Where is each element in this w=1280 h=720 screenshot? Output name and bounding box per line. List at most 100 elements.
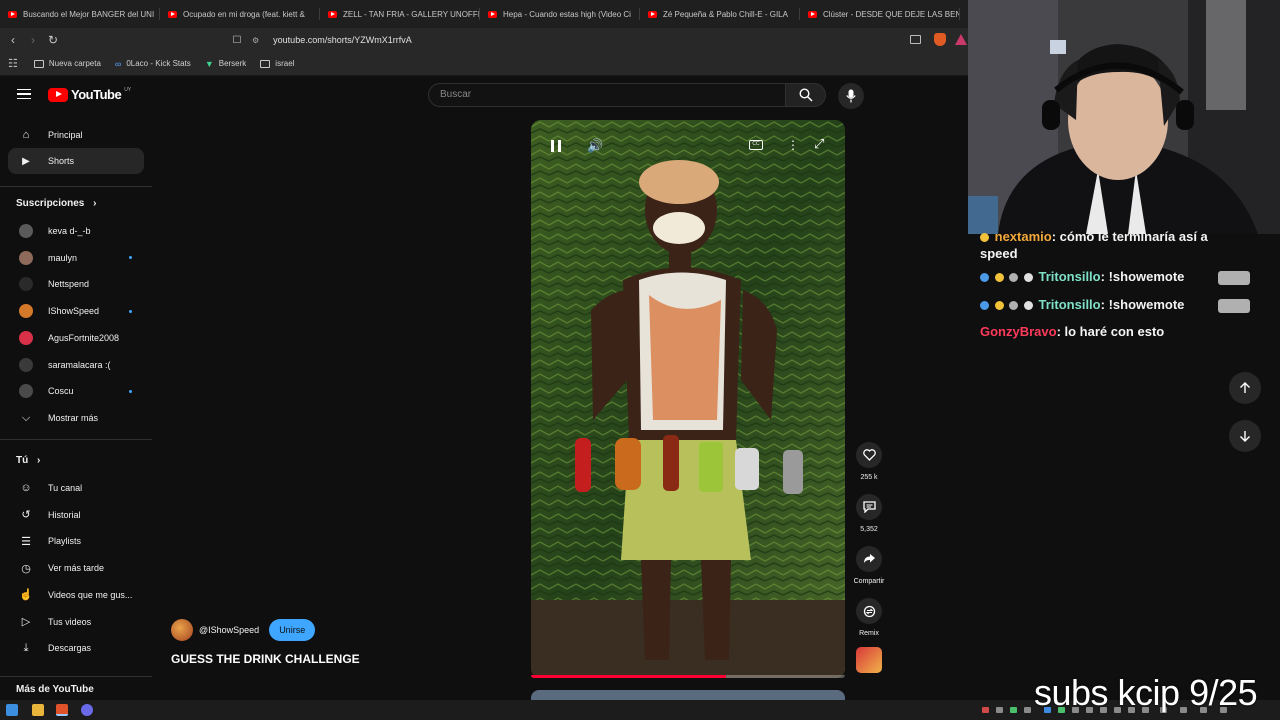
tab-separator xyxy=(959,8,960,20)
channel-name[interactable]: @IShowSpeed xyxy=(199,625,259,635)
subscription-label: Coscu xyxy=(48,386,74,397)
start-icon[interactable] xyxy=(6,704,18,716)
captions-icon[interactable]: CC xyxy=(749,140,763,150)
subscription-item[interactable]: keva d-_-b xyxy=(8,218,144,244)
channel-avatar[interactable] xyxy=(171,619,193,641)
you-header[interactable]: Tú › xyxy=(16,455,40,466)
comments-button[interactable] xyxy=(856,494,882,520)
brave-browser-icon[interactable] xyxy=(56,704,68,716)
sidebar-item-you[interactable]: ▷ Tus videos xyxy=(8,609,144,635)
bookmark-item[interactable]: israel xyxy=(260,59,294,68)
browser-tab[interactable]: ZELL - TAN FRIA - GALLERY UNOFFI xyxy=(320,0,480,28)
emote-icon xyxy=(1218,298,1251,313)
short-title: GUESS THE DRINK CHALLENGE xyxy=(171,652,360,666)
short-video-player[interactable]: 🔊 CC ⋮ ⤢ xyxy=(531,120,845,678)
subscription-item[interactable]: Coscu xyxy=(8,378,144,404)
reload-icon[interactable]: ↻ xyxy=(43,30,63,50)
sidebar-item-label: Playlists xyxy=(48,536,82,547)
file-explorer-icon[interactable] xyxy=(32,704,44,716)
brave-rewards-icon[interactable] xyxy=(955,34,967,45)
search-button[interactable] xyxy=(786,83,826,107)
share-button[interactable] xyxy=(856,546,882,572)
next-short-button[interactable] xyxy=(1229,420,1261,452)
chat-text: : !showemote xyxy=(1100,269,1185,284)
folder-icon xyxy=(33,59,44,68)
join-button[interactable]: Unirse xyxy=(269,619,316,641)
subscription-item[interactable]: maulyn xyxy=(8,245,144,271)
more-options-icon[interactable]: ⋮ xyxy=(787,138,799,152)
progress-fill xyxy=(531,675,726,678)
subscription-item[interactable]: AgusFortnite2008 xyxy=(8,325,144,351)
remix-button[interactable] xyxy=(856,598,882,624)
forward-icon[interactable]: › xyxy=(23,30,43,50)
verified-badge-icon xyxy=(980,273,989,283)
webcam-overlay xyxy=(968,0,1280,234)
browser-tab[interactable]: Hepa - Cuando estas high (Video Ci xyxy=(480,0,640,28)
sidebar-divider xyxy=(0,676,152,677)
search-input[interactable]: Buscar xyxy=(428,83,786,107)
sub-badge-icon xyxy=(980,233,989,243)
apps-grid-icon[interactable]: ☷ xyxy=(8,57,18,70)
youtube-logo[interactable]: YouTube UY xyxy=(48,87,131,102)
more-from-youtube-header: Más de YouTube xyxy=(16,684,94,695)
voice-search-button[interactable] xyxy=(838,83,864,109)
audio-thumbnail[interactable] xyxy=(856,647,882,673)
sidebar-item-label: Tu canal xyxy=(48,483,83,493)
microphone-icon xyxy=(846,89,856,103)
subscription-label: maulyn xyxy=(48,252,78,263)
comment-count: 5,352 xyxy=(860,526,878,533)
show-more-button[interactable]: ⌵ Mostrar más xyxy=(8,405,144,431)
sidebar-item-you[interactable]: ☺ Tu canal xyxy=(8,475,144,501)
browser-tab[interactable]: Clúster - DESDE QUE DEJE LAS BEN xyxy=(800,0,960,28)
browser-tab-bar: Buscando el Mejor BANGER del UNI Ocupado … xyxy=(0,0,968,28)
bookmark-label: Nueva carpeta xyxy=(48,59,101,68)
tab-title: Ocupado en mi droga (feat. kiett & xyxy=(183,9,305,19)
volume-icon[interactable]: 🔊 xyxy=(587,138,603,154)
discord-icon[interactable] xyxy=(81,704,93,716)
tray-icon[interactable] xyxy=(1010,707,1017,713)
sidebar-item-shorts[interactable]: ▶ Shorts xyxy=(8,148,144,174)
menu-icon[interactable] xyxy=(17,89,31,99)
youtube-favicon-icon xyxy=(328,10,337,18)
sidebar-item-you[interactable]: ☝ Videos que me gus... xyxy=(8,582,144,608)
tray-icon[interactable] xyxy=(1024,707,1031,713)
subscription-label: AgusFortnite2008 xyxy=(48,332,120,343)
browser-tab[interactable]: Zé Pequeña & Pablo Chill-E - GILA xyxy=(640,0,800,28)
channel-icon: ☺ xyxy=(20,482,32,494)
bookmark-item[interactable]: ∞ 0Laco - Kick Stats xyxy=(115,59,191,69)
sidebar-item-you[interactable]: ⤓ Descargas xyxy=(8,635,144,661)
sidebar-item-you[interactable]: ↺ Historial xyxy=(8,502,144,528)
next-short-preview[interactable] xyxy=(531,690,845,700)
bookmark-page-icon[interactable]: ☐ xyxy=(227,30,247,50)
subscription-item[interactable]: saramalacara :( xyxy=(8,352,144,378)
back-icon[interactable]: ‹ xyxy=(3,30,23,50)
bookmark-item[interactable]: ▼ Berserk xyxy=(205,59,246,69)
subscription-item[interactable]: Nettspend xyxy=(8,271,144,297)
sidebar-item-you[interactable]: ◷ Ver más tarde xyxy=(8,555,144,581)
chat-username: Tritonsillo xyxy=(1038,269,1101,284)
history-icon: ↺ xyxy=(21,509,31,522)
browser-tab[interactable]: Ocupado en mi droga (feat. kiett & xyxy=(160,0,320,28)
browser-tab[interactable]: Buscando el Mejor BANGER del UNI xyxy=(0,0,160,28)
tray-icon[interactable] xyxy=(982,707,989,713)
pause-icon[interactable] xyxy=(551,140,561,152)
bookmark-item[interactable]: Nueva carpeta xyxy=(33,59,101,68)
subscriptions-header[interactable]: Suscripciones › xyxy=(16,198,96,209)
youtube-play-icon xyxy=(48,87,68,102)
chat-message: GonzyBravo: lo haré con esto xyxy=(980,324,1164,339)
sidebar-item-you[interactable]: ☰ Playlists xyxy=(8,528,144,554)
fullscreen-icon[interactable]: ⤢ xyxy=(814,136,824,152)
sidebar-item-principal[interactable]: ⌂ Principal xyxy=(8,122,144,148)
subscription-item[interactable]: IShowSpeed xyxy=(8,298,144,324)
brave-shield-icon[interactable] xyxy=(934,33,946,46)
berserk-icon: ▼ xyxy=(204,58,214,69)
cast-icon[interactable] xyxy=(910,35,921,44)
tray-icon[interactable] xyxy=(996,707,1003,713)
previous-short-button[interactable] xyxy=(1229,372,1261,404)
new-content-dot xyxy=(129,389,132,393)
site-info-icon[interactable]: ⚙ xyxy=(252,36,259,45)
video-progress-bar[interactable] xyxy=(531,675,845,678)
url-field[interactable]: ⚙ youtube.com/shorts/YZWmX1rrfvA xyxy=(252,31,952,49)
like-button[interactable] xyxy=(856,442,882,468)
webcam-feed xyxy=(968,0,1280,234)
